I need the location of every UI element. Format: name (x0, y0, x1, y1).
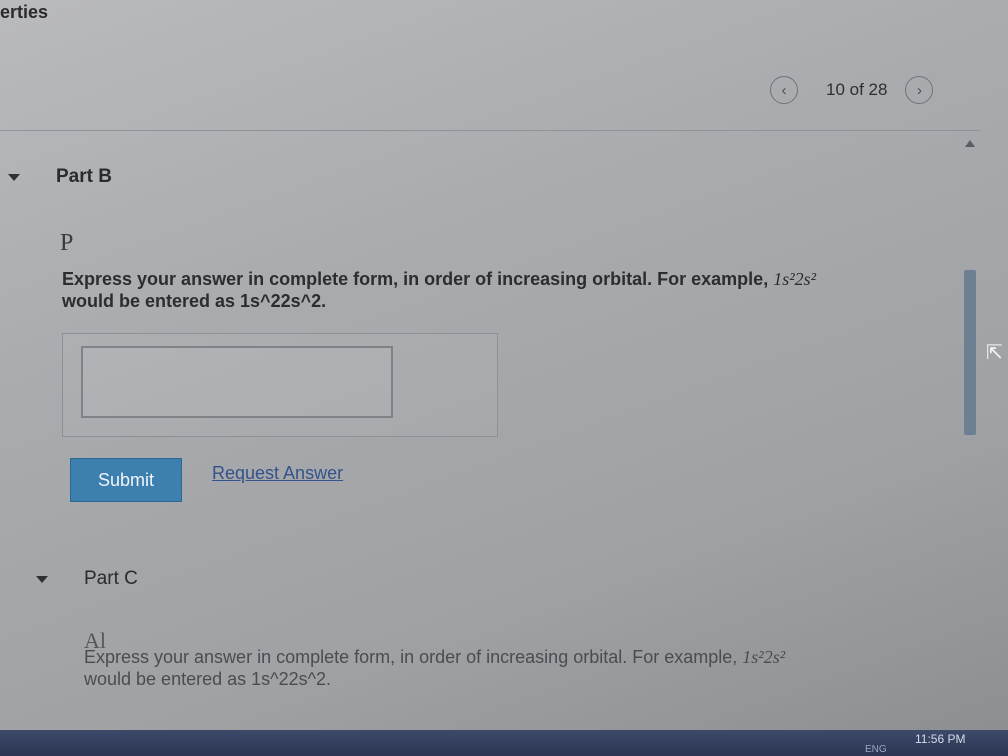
taskbar-language[interactable]: ENG (865, 744, 887, 755)
part-b-example: 1s²2s² (773, 269, 817, 289)
pager: ‹ 10 of 28 › (770, 76, 934, 104)
divider (0, 130, 980, 131)
part-b-instruction-line1: Express your answer in complete form, in… (62, 269, 769, 289)
page-title-fragment: erties (0, 2, 49, 22)
part-c-instruction-line1: Express your answer in complete form, in… (84, 647, 738, 667)
previous-button[interactable]: ‹ (770, 76, 798, 104)
mouse-cursor-icon: ⇱ (986, 342, 1003, 364)
pager-label: 10 of 28 (826, 80, 888, 99)
caret-down-icon (8, 173, 20, 181)
scrollbar[interactable] (962, 140, 978, 700)
taskbar: ENG 11:56 PM (0, 730, 1008, 756)
part-c-title: Part C (84, 568, 138, 589)
part-b-instruction: Express your answer in complete form, in… (62, 268, 816, 312)
next-button[interactable]: › (905, 76, 934, 104)
part-b-instruction-line2: would be entered as 1s^22s^2. (62, 291, 327, 311)
scroll-up-arrow-icon[interactable] (965, 140, 975, 147)
part-c-example: 1s²2s² (742, 647, 786, 667)
answer-input[interactable] (81, 346, 393, 418)
part-b-header[interactable]: Part B (8, 166, 112, 188)
caret-down-icon (36, 575, 48, 583)
scroll-thumb[interactable] (964, 270, 976, 435)
part-c-instruction-line2: would be entered as 1s^22s^2. (84, 669, 332, 689)
answer-box (62, 333, 498, 437)
chevron-right-icon: › (916, 81, 922, 99)
chevron-left-icon: ‹ (781, 81, 787, 99)
request-answer-link[interactable]: Request Answer (212, 463, 343, 484)
screen: erties ‹ 10 of 28 › Part B P Express you… (0, 0, 1008, 756)
element-symbol-p: P (60, 230, 74, 256)
part-b-title: Part B (56, 166, 112, 187)
part-c-instruction: Express your answer in complete form, in… (84, 646, 785, 690)
part-c-header[interactable]: Part C (36, 568, 138, 590)
submit-button[interactable]: Submit (70, 458, 182, 502)
taskbar-clock[interactable]: 11:56 PM (915, 732, 965, 746)
